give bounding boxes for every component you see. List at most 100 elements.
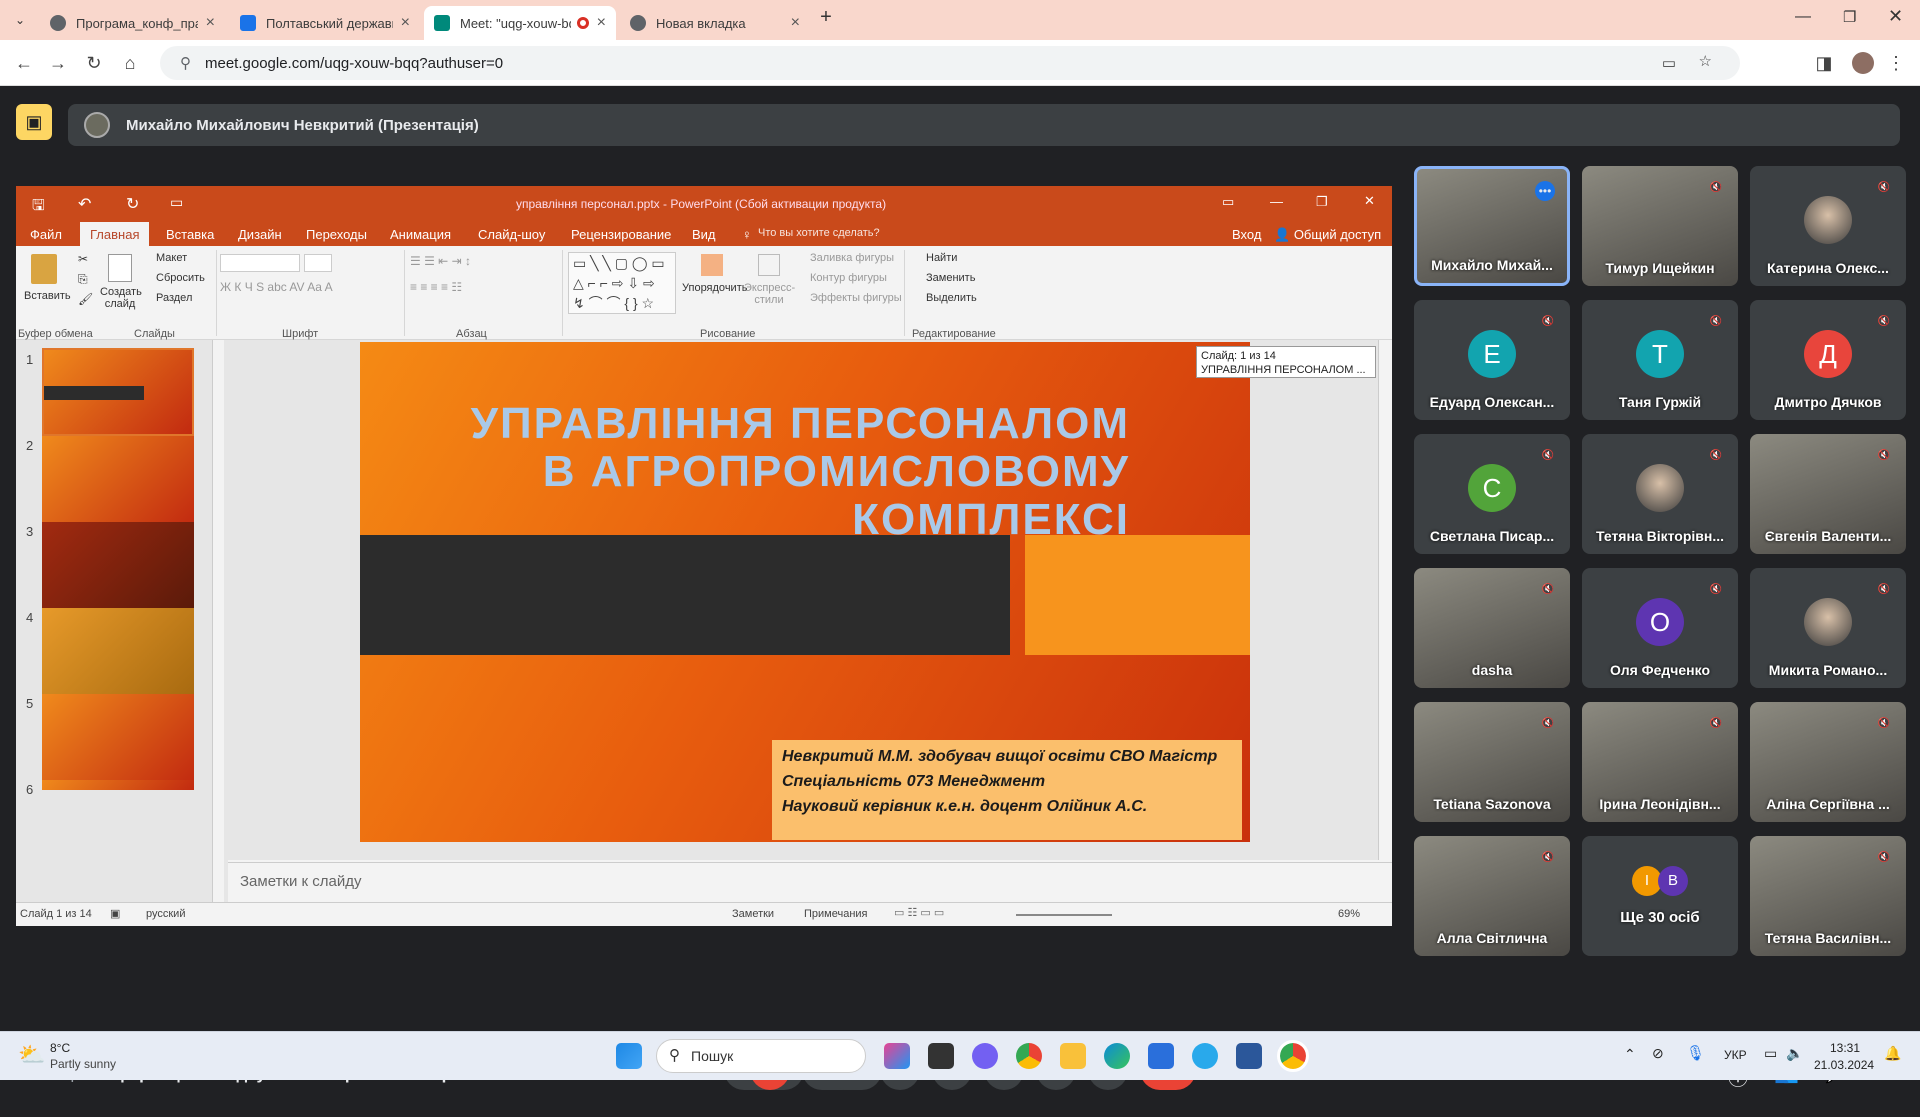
font-size-box[interactable] (304, 254, 332, 272)
redo-icon[interactable]: ↻ (126, 194, 139, 214)
participant-tile[interactable]: ••• Михайло Михай... (1414, 166, 1570, 286)
cut-icon[interactable]: ✂ (78, 252, 88, 266)
telegram-icon[interactable] (1192, 1043, 1218, 1069)
word-icon[interactable] (1236, 1043, 1262, 1069)
minimize-button[interactable]: — (1795, 8, 1811, 26)
profile-avatar[interactable] (1852, 52, 1874, 74)
restore-button[interactable]: ❐ (1843, 8, 1856, 26)
site-info-icon[interactable]: ⚲ (180, 54, 191, 72)
participant-tile[interactable]: 🔇 Євгенія Валенти... (1750, 434, 1906, 554)
participant-tile[interactable]: 🔇 Ірина Леонідівн... (1582, 702, 1738, 822)
edge-icon[interactable] (1104, 1043, 1130, 1069)
tab-home[interactable]: Главная (80, 222, 150, 246)
keyboard-language[interactable]: УКР (1724, 1048, 1747, 1062)
arrange-button[interactable]: Упорядочить (682, 254, 747, 294)
tab-view[interactable]: Вид (692, 227, 716, 242)
display-icon[interactable]: ▭ (1764, 1045, 1777, 1062)
chrome-active-icon[interactable] (1277, 1040, 1309, 1072)
taskview-icon[interactable] (928, 1043, 954, 1069)
more-participants-tile[interactable]: І В Ще 30 осіб (1582, 836, 1738, 956)
volume-icon[interactable]: 🔈 (1786, 1045, 1803, 1062)
signin-link[interactable]: Вход (1232, 227, 1261, 242)
camera-icon[interactable]: ▭ (1662, 54, 1676, 72)
close-window-button[interactable]: ✕ (1888, 6, 1903, 27)
copy-icon[interactable]: ⎘ (78, 272, 88, 287)
participant-tile[interactable]: 🔇 Алла Світлична (1414, 836, 1570, 956)
network-icon[interactable]: ⊘ (1652, 1045, 1664, 1062)
browser-tab-program[interactable]: Програма_конф_практ_2024.p × (40, 6, 225, 40)
language-label[interactable]: русский (146, 908, 185, 920)
forward-icon[interactable]: → (46, 53, 70, 74)
taskbar-date[interactable]: 21.03.2024 (1814, 1058, 1874, 1072)
browser-tab-new[interactable]: Новая вкладка × (620, 6, 810, 40)
maximize-button[interactable]: ❐ (1316, 194, 1328, 210)
participant-tile[interactable]: 🔇 dasha (1414, 568, 1570, 688)
tab-transitions[interactable]: Переходы (306, 227, 367, 242)
tab-review[interactable]: Рецензирование (571, 227, 671, 242)
participant-tile[interactable]: С 🔇 Светлана Писар... (1414, 434, 1570, 554)
weather-icon[interactable]: ⛅ (18, 1042, 45, 1068)
font-name-box[interactable] (220, 254, 300, 272)
current-slide[interactable]: УПРАВЛІННЯ ПЕРСОНАЛОМ В АГРОПРОМИСЛОВОМУ… (360, 342, 1250, 842)
zoom-level[interactable]: 69% (1338, 908, 1360, 920)
participant-tile[interactable]: 🔇 Tetiana Sazonova (1414, 702, 1570, 822)
zoom-slider[interactable] (1016, 914, 1112, 916)
reload-icon[interactable]: ↻ (82, 53, 106, 74)
tab-design[interactable]: Дизайн (238, 227, 282, 242)
home-icon[interactable]: ⌂ (118, 53, 142, 74)
participant-tile[interactable]: 🔇 Аліна Сергіївна ... (1750, 702, 1906, 822)
tab-file[interactable]: Файл (30, 227, 62, 242)
tell-me-input[interactable]: Что вы хотите сделать? (758, 227, 880, 239)
tab-insert[interactable]: Вставка (166, 227, 214, 242)
notification-bell-icon[interactable]: 🔔 (1884, 1045, 1901, 1062)
save-icon[interactable]: 🖫 (32, 195, 45, 220)
shape-fill-button[interactable]: Заливка фигуры (810, 252, 894, 264)
minimize-button[interactable]: — (1270, 194, 1283, 209)
notes-toggle[interactable]: Заметки (732, 908, 774, 920)
tab-search-icon[interactable]: ⌄ (10, 10, 30, 30)
tab-slideshow[interactable]: Слайд-шоу (478, 227, 545, 242)
file-explorer-icon[interactable] (1060, 1043, 1086, 1069)
close-icon[interactable]: × (791, 14, 800, 32)
participant-tile[interactable]: 🔇 Катерина Олекс... (1750, 166, 1906, 286)
menu-icon[interactable]: ⋮ (1884, 53, 1908, 74)
new-slide-button[interactable]: Создать слайд (100, 254, 142, 310)
participant-tile[interactable]: Т 🔇 Таня Гуржій (1582, 300, 1738, 420)
close-icon[interactable]: × (401, 14, 410, 32)
participant-tile[interactable]: Д 🔇 Дмитро Дячков (1750, 300, 1906, 420)
spellcheck-icon[interactable]: ▣ (110, 907, 120, 920)
chrome-icon[interactable] (1016, 1043, 1042, 1069)
close-icon[interactable]: × (597, 14, 606, 32)
editor-scrollbar[interactable] (1378, 340, 1392, 860)
quick-styles-button[interactable]: Экспресс-стили (744, 254, 795, 306)
new-tab-button[interactable]: + (815, 6, 837, 29)
reset-button[interactable]: Сбросить (156, 272, 205, 284)
presentation-icon[interactable]: ▣ (16, 104, 52, 140)
close-icon[interactable]: × (206, 14, 215, 32)
paste-button[interactable]: Вставить (24, 254, 71, 302)
start-slideshow-icon[interactable]: ▭ (170, 194, 183, 211)
tray-chevron-icon[interactable]: ⌃ (1624, 1046, 1636, 1063)
participant-tile[interactable]: 🔇 Тетяна Вікторівн... (1582, 434, 1738, 554)
comments-toggle[interactable]: Примечания (804, 908, 868, 920)
find-button[interactable]: Найти (926, 252, 957, 264)
slide-thumbnail[interactable] (42, 694, 194, 782)
browser-tab-meet[interactable]: Meet: "uqg-xouw-bqq" × (424, 6, 616, 40)
bookmark-star-icon[interactable]: ☆ (1699, 52, 1712, 70)
slide-thumbnail[interactable] (42, 348, 194, 436)
shape-effects-button[interactable]: Эффекты фигуры (810, 292, 902, 304)
viber-icon[interactable] (972, 1043, 998, 1069)
back-icon[interactable]: ← (12, 53, 36, 74)
slide-thumbnail[interactable] (42, 436, 194, 524)
participant-tile[interactable]: 🔇 Микита Романо... (1750, 568, 1906, 688)
section-button[interactable]: Раздел (156, 292, 192, 304)
undo-icon[interactable]: ↶ (78, 194, 91, 214)
browser-tab-university[interactable]: Полтавський державний агра × (230, 6, 420, 40)
shapes-gallery[interactable]: ▭ ╲ ╲ ▢ ◯ ▭ △ ⌐ ⌐ ⇨ ⇩ ⇨ ↯ ⌒ ⌒ { } ☆ (568, 252, 676, 314)
close-button[interactable]: ✕ (1364, 193, 1375, 209)
format-painter-icon[interactable]: 🖌 (78, 292, 93, 306)
taskbar-time[interactable]: 13:31 (1830, 1041, 1860, 1055)
select-button[interactable]: Выделить (926, 292, 977, 304)
font-format-icons[interactable]: Ж К Ч S abc AV Aa A (220, 280, 333, 294)
participant-tile[interactable]: О 🔇 Оля Федченко (1582, 568, 1738, 688)
